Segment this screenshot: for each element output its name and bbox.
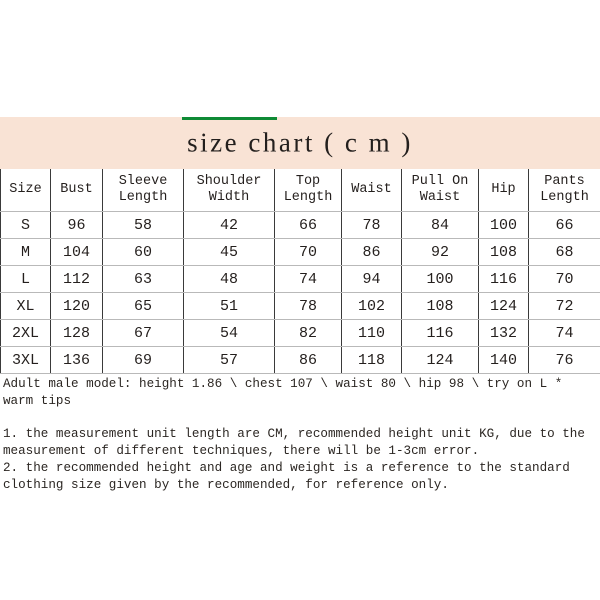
bottom-whitespace xyxy=(0,494,600,594)
measurement-cell: 100 xyxy=(401,265,479,293)
measurement-cell: 92 xyxy=(401,238,479,266)
measurement-cell: 140 xyxy=(478,346,529,374)
column-header-top-length: Top Length xyxy=(274,169,342,212)
measurement-cell: 108 xyxy=(478,238,529,266)
measurement-cell: 68 xyxy=(528,238,600,266)
size-label-cell: 2XL xyxy=(0,319,51,347)
measurement-cell: 60 xyxy=(102,238,184,266)
top-whitespace xyxy=(0,0,600,117)
size-chart-page: size chart ( c m ) Size Bust Sleeve Lengt… xyxy=(0,0,600,600)
column-header-shoulder-width: Shoulder Width xyxy=(183,169,275,212)
measurement-cell: 104 xyxy=(50,238,103,266)
measurement-cell: 74 xyxy=(528,319,600,347)
measurement-cell: 128 xyxy=(50,319,103,347)
size-label-cell: 3XL xyxy=(0,346,51,374)
table-row: 3XL 136 69 57 86 118 124 140 76 xyxy=(0,346,600,374)
table-header-row: Size Bust Sleeve Length Shoulder Width Top… xyxy=(0,169,600,212)
measurement-cell: 124 xyxy=(478,292,529,320)
notes-section: Adult male model: height 1.86 \ chest 10… xyxy=(0,374,600,494)
measurement-cell: 116 xyxy=(478,265,529,293)
table-row: XL 120 65 51 78 102 108 124 72 xyxy=(0,292,600,320)
note-item-1: 1. the measurement unit length are CM, r… xyxy=(3,427,593,458)
size-label-cell: S xyxy=(0,211,51,239)
column-header-hip: Hip xyxy=(478,169,529,212)
measurement-cell: 78 xyxy=(274,292,342,320)
measurement-cell: 108 xyxy=(401,292,479,320)
measurement-cell: 94 xyxy=(341,265,402,293)
measurement-cell: 51 xyxy=(183,292,275,320)
measurement-cell: 76 xyxy=(528,346,600,374)
green-accent-rule xyxy=(182,117,277,120)
size-label-cell: XL xyxy=(0,292,51,320)
measurement-cell: 67 xyxy=(102,319,184,347)
column-header-pull-on-waist: Pull On Waist xyxy=(401,169,479,212)
measurement-cell: 112 xyxy=(50,265,103,293)
measurement-cell: 136 xyxy=(50,346,103,374)
chart-title-banner: size chart ( c m ) xyxy=(0,117,600,169)
measurement-cell: 42 xyxy=(183,211,275,239)
note-item-2: 2. the recommended height and age and we… xyxy=(3,461,578,492)
measurement-cell: 118 xyxy=(341,346,402,374)
measurement-cell: 66 xyxy=(274,211,342,239)
measurement-cell: 70 xyxy=(528,265,600,293)
column-header-sleeve-length: Sleeve Length xyxy=(102,169,184,212)
size-label-cell: M xyxy=(0,238,51,266)
measurement-cell: 78 xyxy=(341,211,402,239)
measurement-cell: 132 xyxy=(478,319,529,347)
measurement-cell: 116 xyxy=(401,319,479,347)
measurement-cell: 86 xyxy=(341,238,402,266)
measurement-cell: 65 xyxy=(102,292,184,320)
table-row: M 104 60 45 70 86 92 108 68 xyxy=(0,238,600,266)
measurement-cell: 54 xyxy=(183,319,275,347)
column-header-waist: Waist xyxy=(341,169,402,212)
measurement-cell: 58 xyxy=(102,211,184,239)
measurement-cell: 70 xyxy=(274,238,342,266)
column-header-size: Size xyxy=(0,169,51,212)
measurement-cell: 96 xyxy=(50,211,103,239)
measurement-cell: 110 xyxy=(341,319,402,347)
column-header-bust: Bust xyxy=(50,169,103,212)
table-body: S 96 58 42 66 78 84 100 66 M 104 60 45 70 86 92 108 68 L 11… xyxy=(0,211,600,374)
column-header-pants-length: Pants Length xyxy=(528,169,600,212)
measurement-cell: 100 xyxy=(478,211,529,239)
measurement-cell: 124 xyxy=(401,346,479,374)
table-row: S 96 58 42 66 78 84 100 66 xyxy=(0,211,600,239)
table-header: Size Bust Sleeve Length Shoulder Width Top… xyxy=(0,169,600,212)
table-row: L 112 63 48 74 94 100 116 70 xyxy=(0,265,600,293)
measurement-cell: 45 xyxy=(183,238,275,266)
measurement-cell: 63 xyxy=(102,265,184,293)
measurement-cell: 102 xyxy=(341,292,402,320)
table-row: 2XL 128 67 54 82 110 116 132 74 xyxy=(0,319,600,347)
measurement-cell: 69 xyxy=(102,346,184,374)
measurement-cell: 72 xyxy=(528,292,600,320)
measurement-cell: 48 xyxy=(183,265,275,293)
size-label-cell: L xyxy=(0,265,51,293)
measurement-cell: 120 xyxy=(50,292,103,320)
model-measurements-note: Adult male model: height 1.86 \ chest 10… xyxy=(3,377,570,408)
measurement-cell: 82 xyxy=(274,319,342,347)
page-title: size chart ( c m ) xyxy=(187,127,413,158)
measurement-cell: 57 xyxy=(183,346,275,374)
measurement-cell: 86 xyxy=(274,346,342,374)
measurement-cell: 84 xyxy=(401,211,479,239)
measurement-cell: 74 xyxy=(274,265,342,293)
size-chart-table: Size Bust Sleeve Length Shoulder Width Top… xyxy=(0,169,600,374)
measurement-cell: 66 xyxy=(528,211,600,239)
